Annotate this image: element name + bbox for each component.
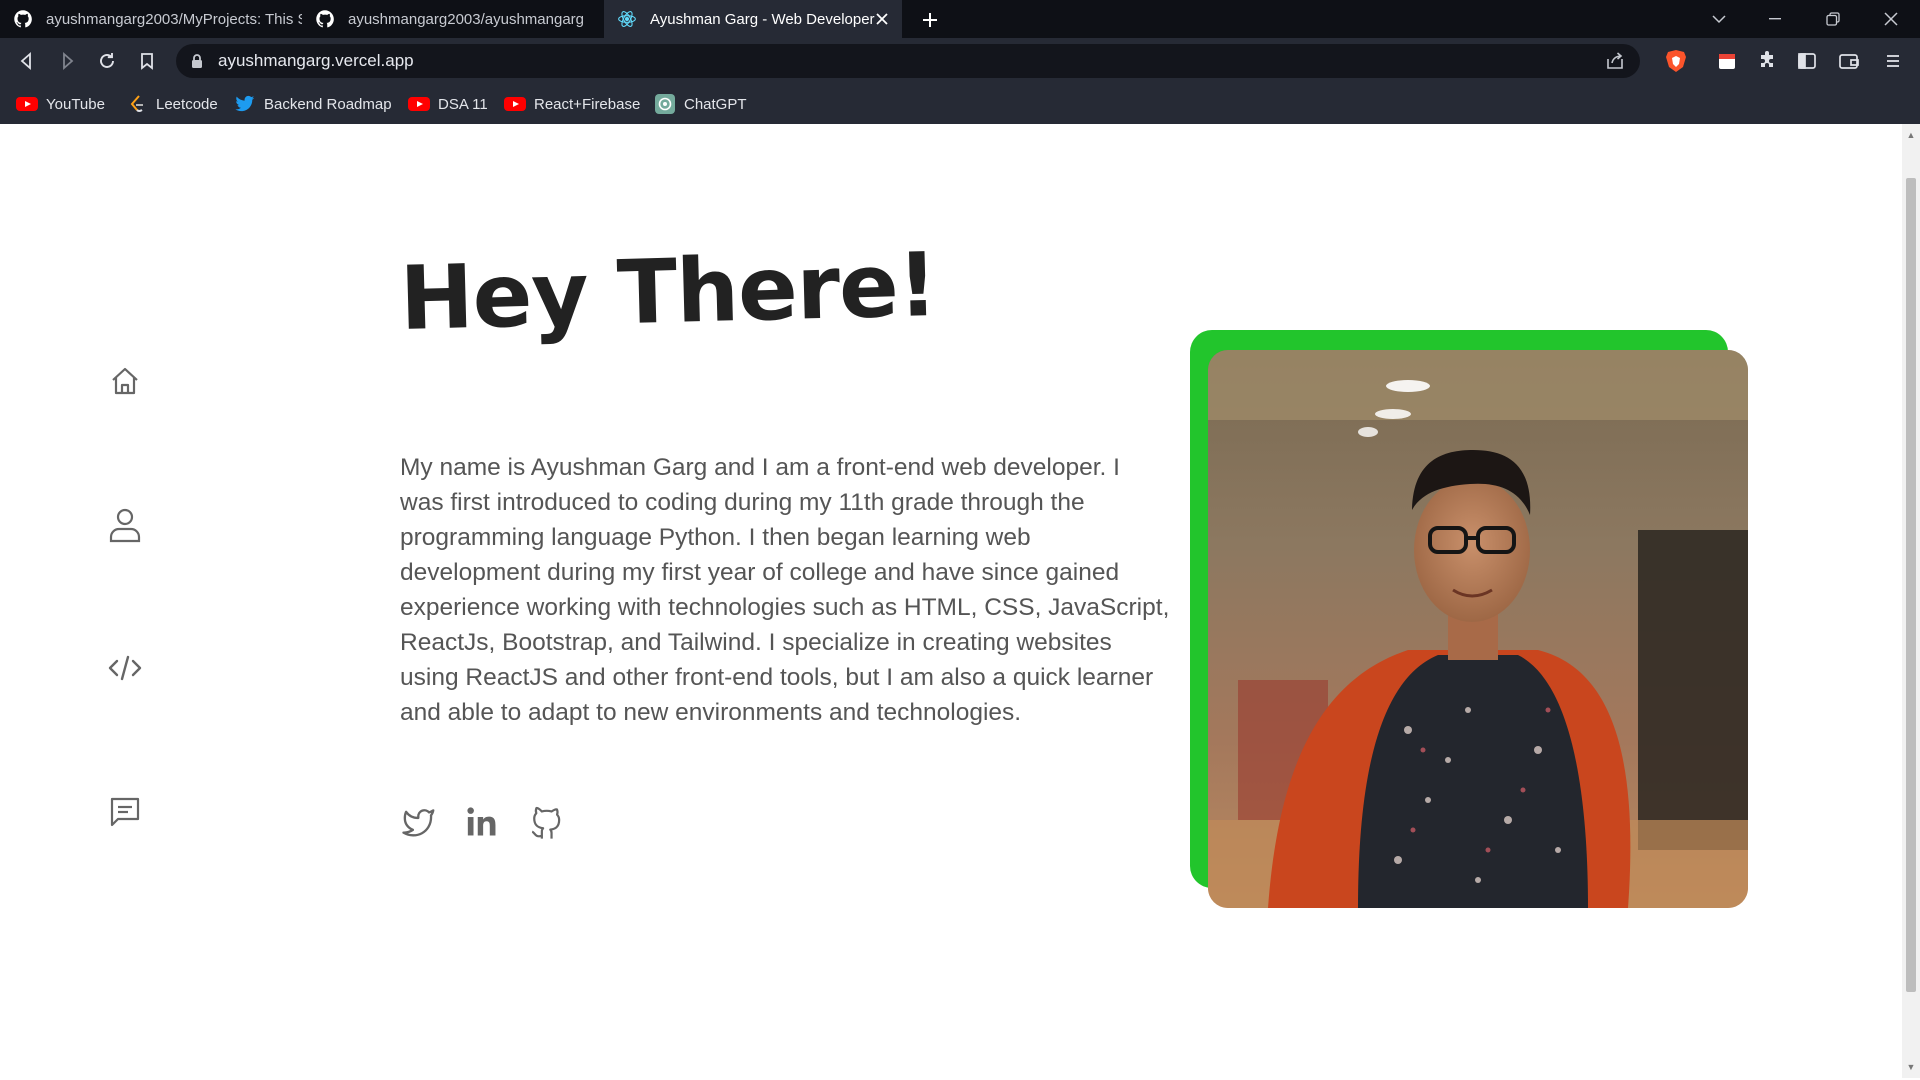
linkedin-link[interactable] bbox=[462, 802, 502, 842]
bookmark-youtube[interactable]: YouTube bbox=[16, 92, 105, 116]
bio-paragraph: My name is Ayushman Garg and I am a fron… bbox=[400, 454, 1170, 726]
close-window-button[interactable] bbox=[1868, 0, 1914, 38]
bookmark-label: Backend Roadmap bbox=[264, 95, 392, 113]
forward-button[interactable] bbox=[54, 48, 80, 74]
github-icon bbox=[314, 8, 336, 30]
bookmark-icon[interactable] bbox=[134, 48, 160, 74]
tab-active-portfolio[interactable]: Ayushman Garg - Web Developer bbox=[604, 0, 902, 38]
tab-title: ayushmangarg2003/MyProjects: This S bbox=[46, 10, 302, 28]
bookmark-label: ChatGPT bbox=[684, 95, 747, 113]
bookmark-react-firebase[interactable]: React+Firebase bbox=[504, 92, 640, 116]
bookmark-leetcode[interactable]: Leetcode bbox=[126, 92, 218, 116]
github-link[interactable] bbox=[526, 802, 566, 842]
message-icon bbox=[110, 797, 140, 827]
tab-myprojects[interactable]: ayushmangarg2003/MyProjects: This S bbox=[0, 0, 302, 38]
bookmark-label: DSA 11 bbox=[438, 95, 488, 113]
close-tab-icon[interactable] bbox=[872, 9, 892, 29]
side-navigation bbox=[100, 124, 150, 1024]
chatgpt-icon bbox=[654, 93, 676, 115]
extension-calendar-icon[interactable] bbox=[1714, 48, 1740, 74]
page-scrollbar[interactable]: ▲ ▼ bbox=[1902, 124, 1920, 1078]
brave-shields-icon[interactable] bbox=[1663, 48, 1689, 74]
react-icon bbox=[616, 8, 638, 30]
scroll-up-arrow-icon[interactable]: ▲ bbox=[1906, 130, 1916, 140]
tab-ayushmangarg[interactable]: ayushmangarg2003/ayushmangarg bbox=[302, 0, 604, 38]
page-viewport: Hey There! My name is Ayushman Garg and … bbox=[0, 124, 1902, 1078]
tab-search-chevron-icon[interactable] bbox=[1696, 0, 1742, 38]
url-text: ayushmangarg.vercel.app bbox=[218, 51, 414, 70]
youtube-icon bbox=[16, 93, 38, 115]
restore-button[interactable] bbox=[1810, 0, 1856, 38]
nav-home-link[interactable] bbox=[104, 360, 146, 402]
tab-strip: ayushmangarg2003/MyProjects: This S ayus… bbox=[0, 0, 1920, 38]
social-links bbox=[398, 802, 566, 842]
hero-heading: Hey There! bbox=[398, 232, 939, 350]
menu-icon[interactable] bbox=[1880, 48, 1906, 74]
nav-about-link[interactable] bbox=[104, 504, 146, 546]
bookmark-label: React+Firebase bbox=[534, 95, 641, 113]
linkedin-icon bbox=[467, 807, 496, 836]
twitter-link[interactable] bbox=[398, 802, 438, 842]
github-icon bbox=[12, 8, 34, 30]
youtube-icon bbox=[504, 93, 526, 115]
bookmark-label: YouTube bbox=[46, 95, 105, 113]
github-icon bbox=[531, 806, 561, 839]
home-icon bbox=[112, 367, 138, 395]
tab-title: Ayushman Garg - Web Developer bbox=[650, 10, 875, 28]
bookmark-chatgpt[interactable]: ChatGPT bbox=[654, 92, 747, 116]
tab-title: ayushmangarg2003/ayushmangarg bbox=[348, 10, 584, 28]
bookmark-dsa-11[interactable]: DSA 11 bbox=[408, 92, 488, 116]
twitter-icon bbox=[402, 809, 435, 837]
bookmarks-bar: YouTube Leetcode Backend Roadmap DSA 11 … bbox=[0, 84, 1920, 124]
minimize-button[interactable] bbox=[1752, 0, 1798, 38]
twitter-icon bbox=[234, 93, 256, 115]
scroll-down-arrow-icon[interactable]: ▼ bbox=[1906, 1062, 1916, 1072]
wallet-icon[interactable] bbox=[1836, 48, 1862, 74]
code-icon bbox=[108, 655, 142, 681]
user-icon bbox=[109, 508, 141, 543]
nav-contact-link[interactable] bbox=[104, 791, 146, 833]
reload-button[interactable] bbox=[94, 48, 120, 74]
sidebar-toggle-icon[interactable] bbox=[1794, 48, 1820, 74]
extensions-puzzle-icon[interactable] bbox=[1754, 48, 1780, 74]
lock-icon bbox=[190, 53, 206, 69]
new-tab-button[interactable] bbox=[916, 6, 944, 34]
bookmark-backend-roadmap[interactable]: Backend Roadmap bbox=[234, 92, 392, 116]
profile-photo bbox=[1208, 350, 1748, 908]
back-button[interactable] bbox=[14, 48, 40, 74]
youtube-icon bbox=[408, 93, 430, 115]
scrollbar-thumb[interactable] bbox=[1906, 178, 1916, 992]
nav-projects-link[interactable] bbox=[104, 647, 146, 689]
browser-toolbar: ayushmangarg.vercel.app bbox=[0, 38, 1920, 84]
share-icon[interactable] bbox=[1604, 50, 1626, 72]
leetcode-icon bbox=[126, 93, 148, 115]
bookmark-label: Leetcode bbox=[156, 95, 218, 113]
address-bar[interactable]: ayushmangarg.vercel.app bbox=[176, 44, 1640, 78]
